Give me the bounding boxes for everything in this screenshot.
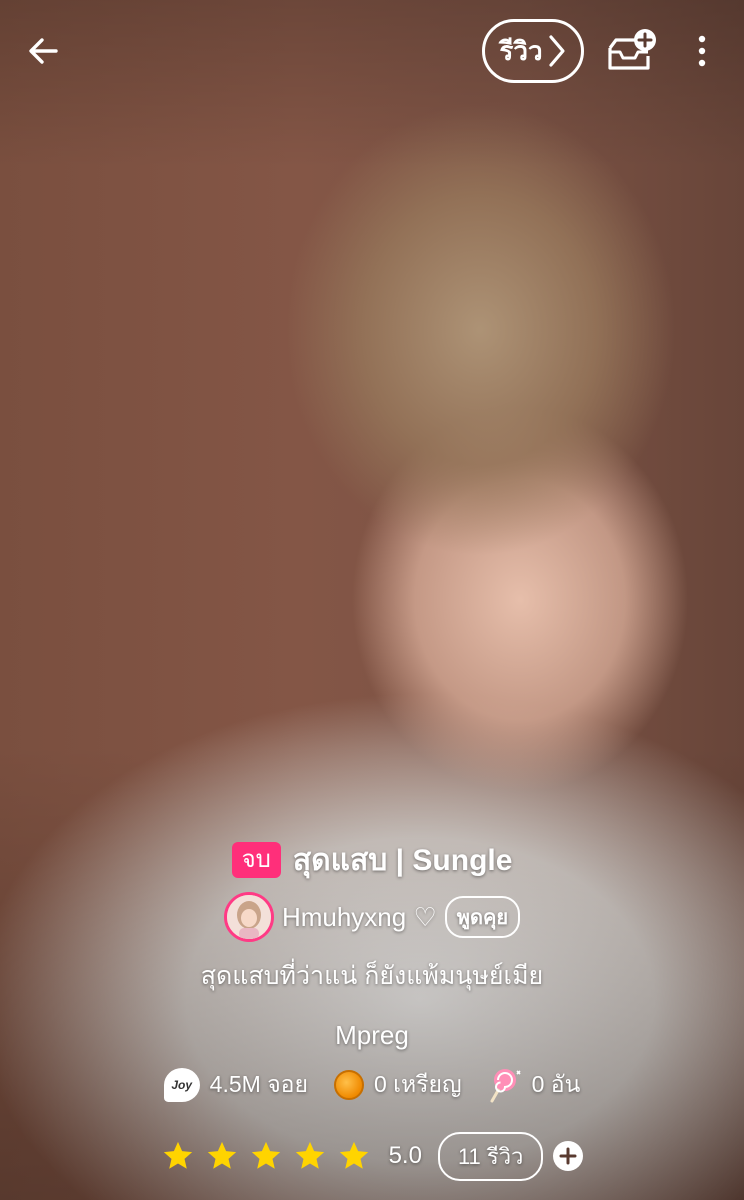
review-count-button[interactable]: 11 รีวิว (437, 1131, 544, 1181)
top-bar: รีวิว (0, 0, 744, 100)
star-icon (163, 1141, 192, 1169)
star-rating (161, 1139, 381, 1173)
story-cover-screen: รีวิว จบ สุดแสบ | Sungle Hmuhyxng ♡ พูดค… (0, 0, 744, 1200)
author-row: Hmuhyxng ♡ พูดคุย (0, 892, 744, 942)
back-arrow-icon (29, 38, 58, 64)
candies-stat: 0 อัน (488, 1067, 581, 1103)
review-button[interactable]: รีวิว (482, 19, 584, 83)
status-badge: จบ (231, 842, 281, 878)
reads-count: 4.5M จอย (209, 1071, 308, 1097)
story-genre[interactable]: Mpreg (0, 1020, 744, 1051)
candies-count: 0 อัน (531, 1071, 581, 1097)
library-add-icon (608, 29, 656, 70)
lollipop-icon (490, 1069, 521, 1103)
reads-stat: Joy 4.5M จอย (163, 1067, 308, 1103)
author-name[interactable]: Hmuhyxng ♡ (282, 902, 437, 933)
review-button-label: รีวิว (499, 35, 543, 66)
story-title: สุดแสบ | Sungle (292, 843, 513, 877)
avatar-image (226, 895, 271, 939)
coins-count: 0 เหรียญ (373, 1071, 462, 1097)
more-options-button[interactable] (684, 30, 720, 72)
author-avatar[interactable] (223, 892, 274, 942)
star-icon (295, 1141, 324, 1169)
star-icon (339, 1141, 368, 1169)
rating-value: 5.0 (388, 1142, 422, 1169)
talk-button[interactable]: พูดคุย (444, 896, 521, 938)
rating-row: 5.0 11 รีวิว (0, 1131, 744, 1181)
star-icon (207, 1141, 236, 1169)
title-row: จบ สุดแสบ | Sungle (0, 838, 744, 882)
back-button[interactable] (22, 30, 64, 72)
add-review-button[interactable] (553, 1141, 584, 1171)
star-icon (251, 1141, 280, 1169)
coins-stat: 0 เหรียญ (333, 1067, 462, 1103)
chevron-right-icon (548, 35, 565, 67)
coin-icon (333, 1070, 364, 1100)
more-vertical-icon (698, 35, 706, 67)
joy-icon: Joy (163, 1068, 200, 1102)
add-to-library-button[interactable] (604, 28, 660, 74)
story-tagline: สุดแสบที่ว่าแน่ ก็ยังแพ้มนุษย์เมีย (200, 962, 544, 990)
stats-row: Joy 4.5M จอย 0 เหรียญ 0 อัน (0, 1064, 744, 1106)
plus-icon (559, 1147, 577, 1165)
